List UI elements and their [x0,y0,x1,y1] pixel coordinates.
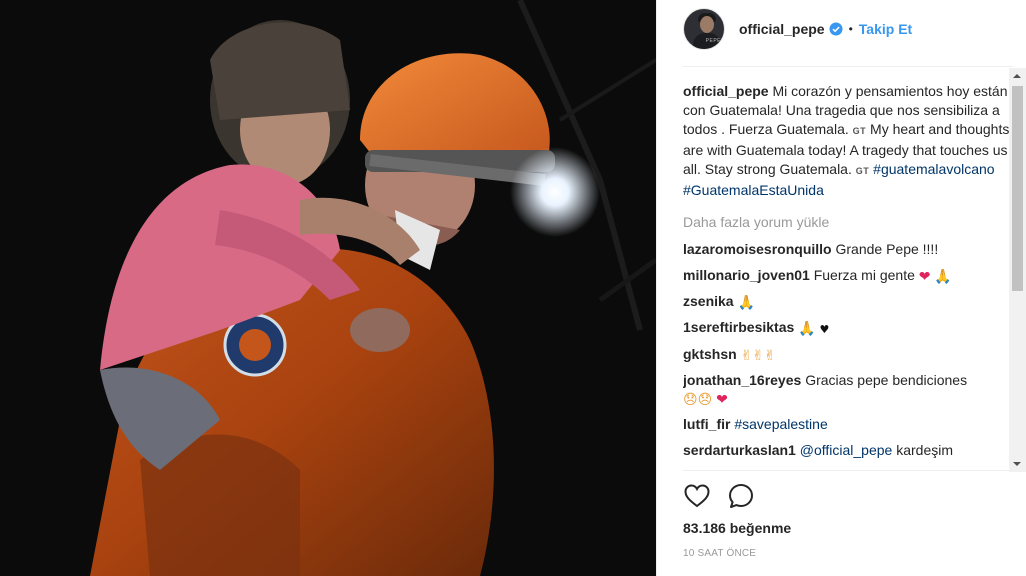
header-username[interactable]: official_pepe [739,21,825,37]
scroll-up-arrow-icon[interactable] [1013,74,1021,78]
comment-row: serdarturkaslan1 @official_pepe kardeşim [683,441,1013,459]
hashtag-link[interactable]: #savepalestine [734,416,827,432]
praying-hands-icon: 🙏 [798,321,816,337]
hashtag-link[interactable]: #guatemalavolcano [873,161,994,177]
comment-row: millonario_joven01 Fuerza mi gente ❤ 🙏 [683,266,1013,284]
header-divider [683,66,1013,67]
red-heart-icon: ❤ [918,269,931,285]
post-photo[interactable] [0,0,656,576]
comment-username[interactable]: lutfi_fir [683,416,730,432]
mention-link[interactable]: @official_pepe [800,442,893,458]
comment-text: kardeşim [896,442,953,458]
hashtag-link[interactable]: #GuatemalaEstaUnida [683,182,824,198]
comment-username[interactable]: gktshsn [683,346,737,362]
sad-face-icon: 😞😞 [683,392,713,408]
heart-outline-icon [684,484,710,508]
comment-username[interactable]: lazaromoisesronquillo [683,241,832,257]
flag-gt-icon: GT [855,166,870,176]
comment-text: Gracias pepe bendiciones [805,372,968,388]
caption-username[interactable]: official_pepe [683,83,769,99]
comment-text: Fuerza mi gente [813,267,915,283]
post-actions [683,482,771,510]
comment-username[interactable]: zsenika [683,293,734,309]
victory-hand-icon: ✌✌✌ [740,348,776,364]
comment-row: gktshsn ✌✌✌ [683,345,1013,363]
flag-gt-icon: GT [852,126,867,136]
separator-dot: • [848,22,853,36]
verified-badge-icon [829,22,843,36]
comment-text: Grande Pepe !!!! [835,241,939,257]
praying-hands-icon: 🙏 [737,295,755,311]
post-timestamp[interactable]: 10 SAAT ÖNCE [683,548,756,559]
red-heart-icon: ❤ [716,392,728,408]
comment-row: jonathan_16reyes Gracias pepe bendicione… [683,371,1013,407]
follow-button[interactable]: Takip Et [859,21,912,37]
actions-divider [683,470,1013,471]
comment-username[interactable]: millonario_joven01 [683,267,810,283]
comment-row: lutfi_fir #savepalestine [683,415,1013,433]
avatar-label: PEPE [705,38,721,44]
comment-row: zsenika 🙏 [683,292,1013,310]
comment-row: 1sereftirbesiktas 🙏 ♥ [683,318,1013,337]
comment-username[interactable]: 1sereftirbesiktas [683,319,794,335]
comment-bubble-icon [729,484,753,508]
post-caption: official_pepe Mi corazón y pensamientos … [683,82,1013,200]
comment-row: lazaromoisesronquillo Grande Pepe !!!! [683,240,1013,258]
comment-button[interactable] [727,482,755,510]
like-button[interactable] [683,482,711,510]
rescue-photo-illustration [0,0,656,576]
scroll-down-arrow-icon[interactable] [1013,462,1021,466]
likes-count[interactable]: 83.186 beğenme [683,520,791,536]
comment-username[interactable]: jonathan_16reyes [683,372,801,388]
load-more-comments-button[interactable]: Daha fazla yorum yükle [683,214,1013,232]
praying-hands-icon: 🙏 [934,269,952,285]
comments-scrollbar[interactable] [1009,68,1026,472]
post-header: PEPE official_pepe • Takip Et [657,0,1026,58]
black-heart-icon: ♥ [819,323,830,336]
post-detail-panel: PEPE official_pepe • Takip Et official_p… [656,0,1026,576]
avatar[interactable]: PEPE [683,8,725,50]
comment-username[interactable]: serdarturkaslan1 [683,442,796,458]
comments-list[interactable]: official_pepe Mi corazón y pensamientos … [683,82,1013,470]
scrollbar-thumb[interactable] [1012,86,1023,291]
